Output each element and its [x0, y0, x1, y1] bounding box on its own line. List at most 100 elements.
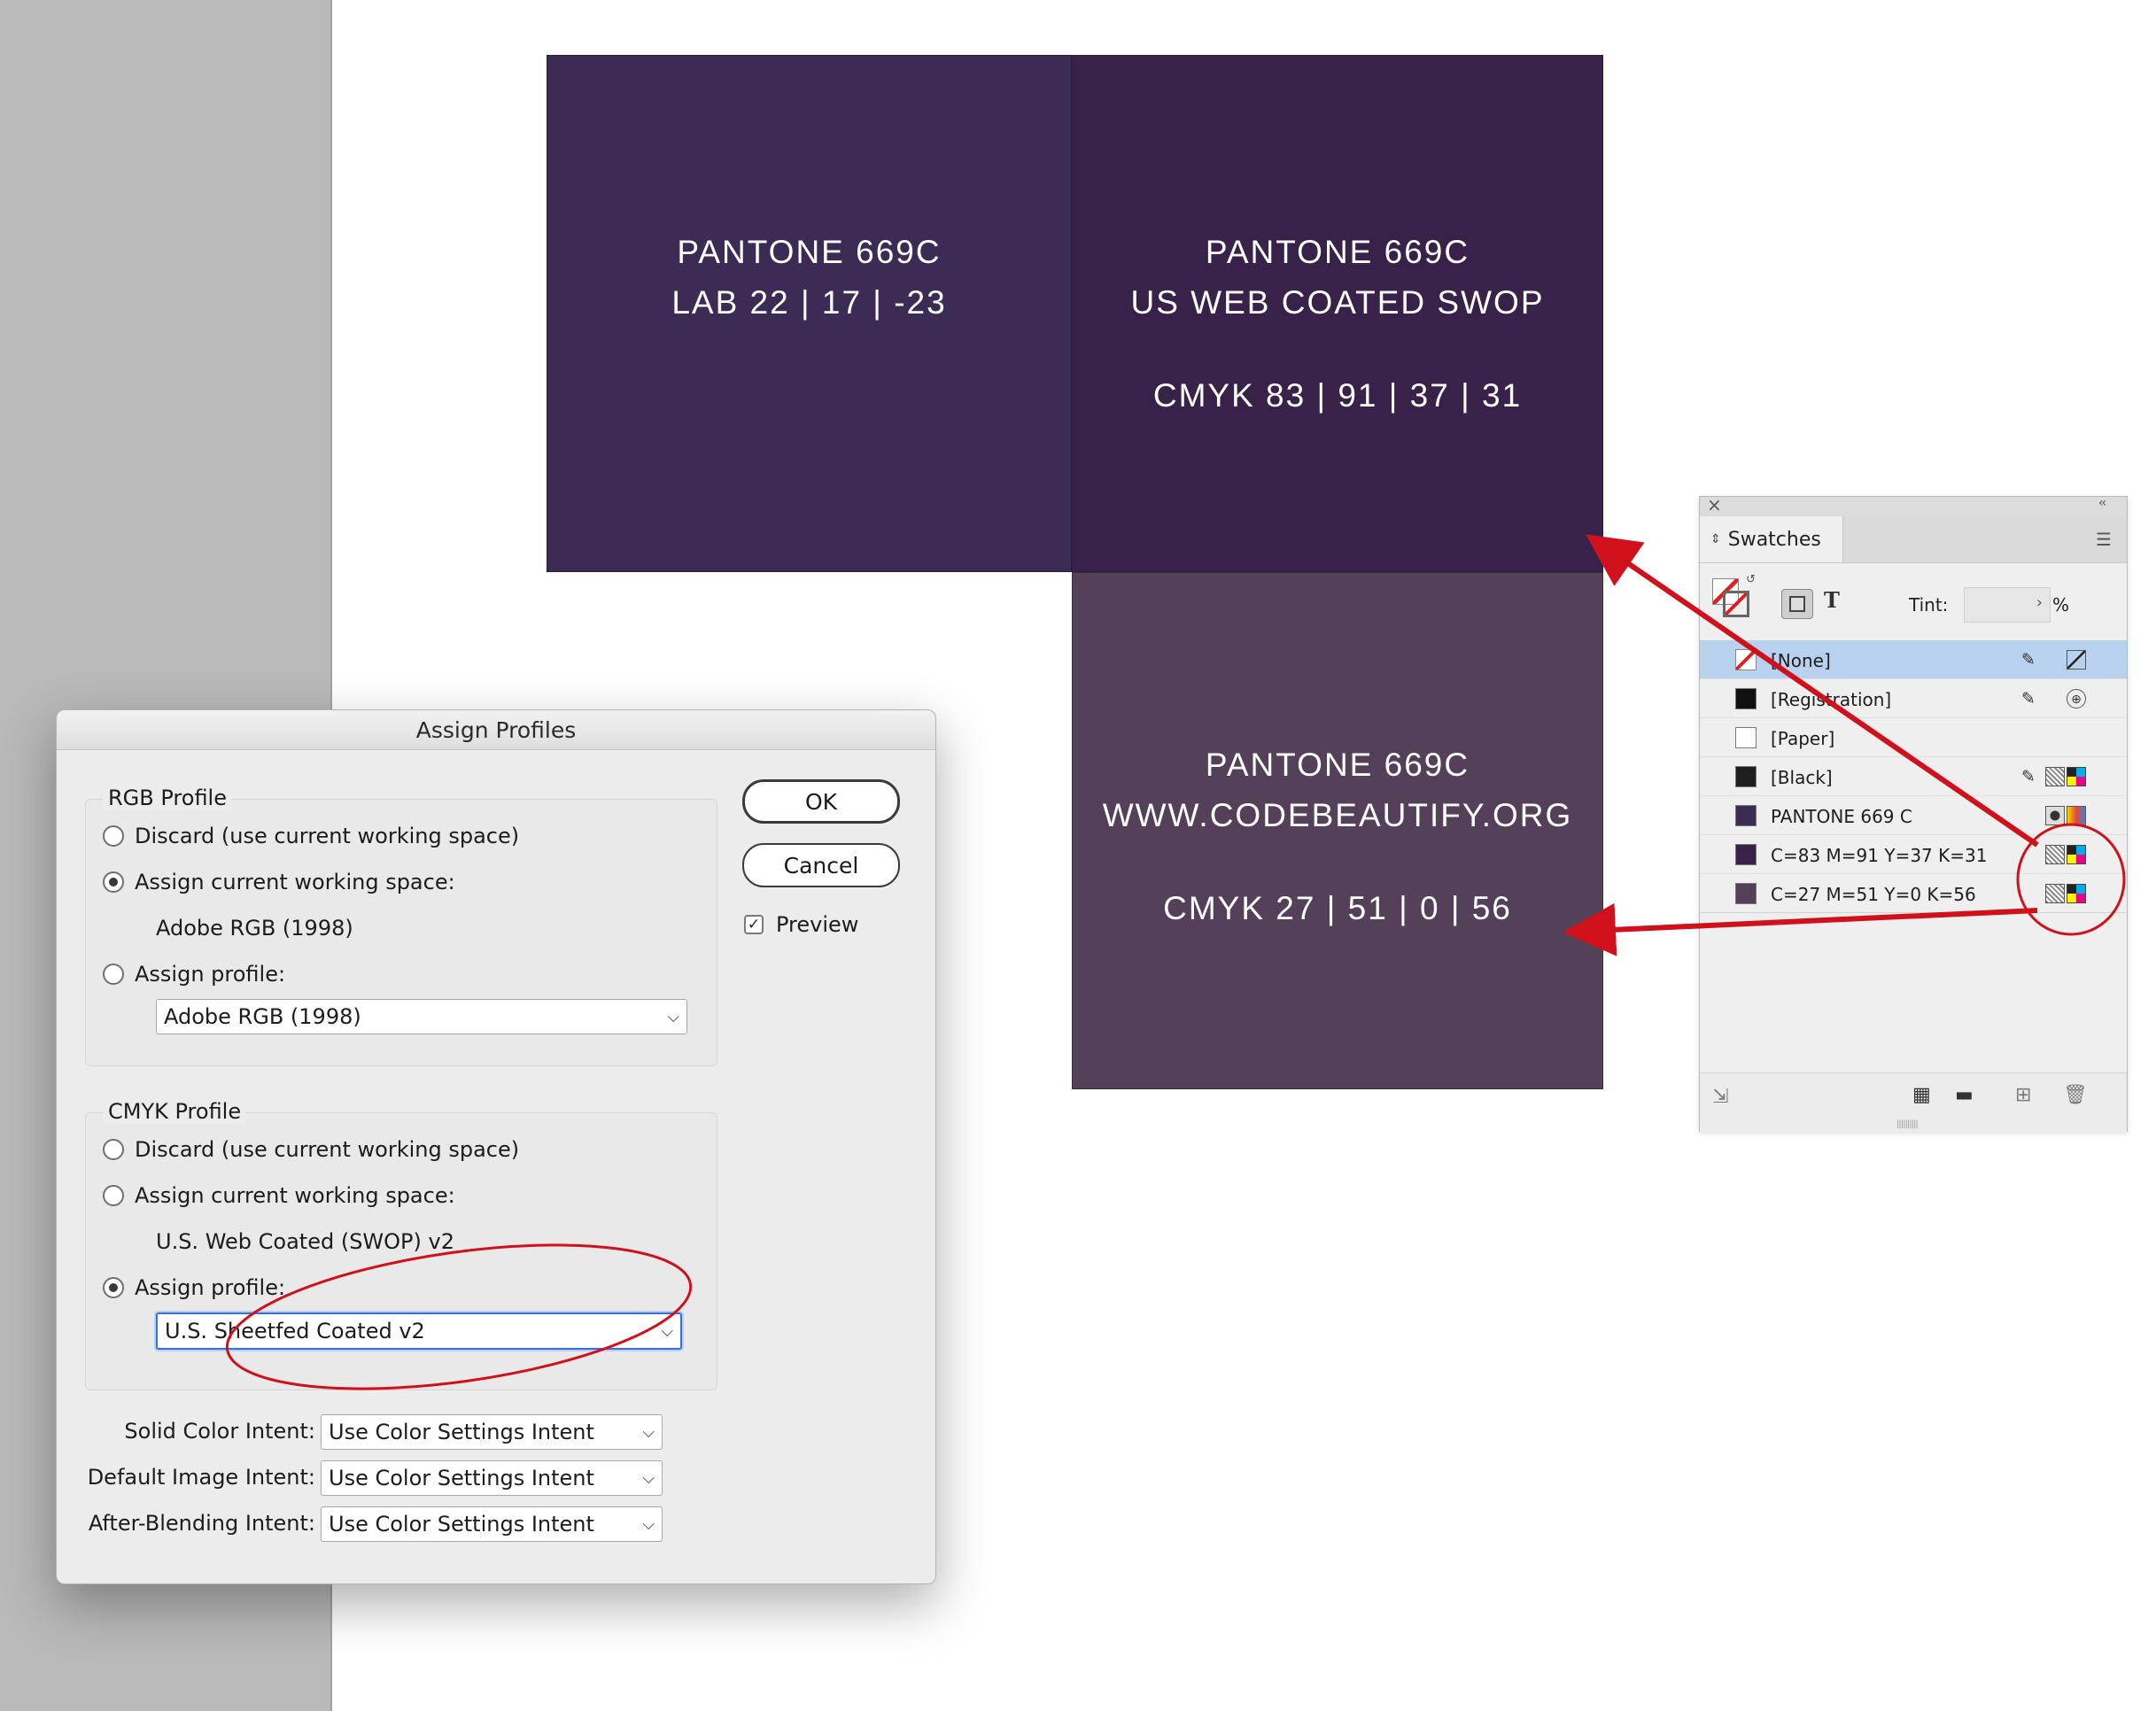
chevron-down-icon: ⌵: [667, 1007, 679, 1026]
lab-icon: [2067, 806, 2086, 825]
rgb-discard-radio[interactable]: [103, 825, 124, 847]
chevron-right-icon[interactable]: ›: [2036, 593, 2043, 612]
panel-menu-icon[interactable]: ☰: [2096, 529, 2112, 550]
ok-button[interactable]: OK: [742, 779, 900, 824]
swatch-row-pantone[interactable]: PANTONE 669 C: [1700, 796, 2127, 835]
swatch-name: PANTONE 669 C: [1771, 806, 1912, 827]
panel-header-strip[interactable]: × ‹‹: [1700, 494, 2127, 517]
swatch-row-cmyk-swop[interactable]: C=83 M=91 Y=37 K=31: [1700, 835, 2127, 874]
swatch-block-profile: US WEB COATED SWOP: [1130, 284, 1545, 321]
swatch-row-registration[interactable]: [Registration] ✎ ⊕: [1700, 679, 2127, 718]
swatch-block-values: LAB 22 | 17 | -23: [671, 284, 947, 321]
cancel-button[interactable]: Cancel: [742, 843, 900, 887]
paper-chip: [1735, 727, 1757, 748]
cmyk-discard-label: Discard (use current working space): [135, 1137, 520, 1162]
cmyk-sheetfed-chip: [1735, 883, 1757, 904]
after-blending-intent-label: After-Blending Intent:: [88, 1511, 315, 1536]
preview-label: Preview: [776, 912, 859, 937]
resize-grip-icon[interactable]: ||||||||||: [1896, 1119, 1919, 1129]
pencil-off-icon: ✎: [2021, 767, 2036, 786]
chevron-down-icon: ⌵: [661, 1321, 673, 1341]
registration-chip: [1735, 688, 1757, 709]
swatch-name: [Paper]: [1771, 728, 1835, 749]
swatch-view-icon[interactable]: ▦: [1912, 1084, 1931, 1106]
updown-icon: ⇕: [1710, 532, 1721, 546]
rgb-discard-option[interactable]: Discard (use current working space): [103, 824, 519, 848]
cmyk-current-space: U.S. Web Coated (SWOP) v2: [156, 1229, 454, 1254]
container-icon: [1789, 596, 1805, 612]
swatch-block-swop: PANTONE 669C US WEB COATED SWOP CMYK 83 …: [1072, 55, 1603, 572]
process-icon: [2045, 767, 2065, 786]
chevron-down-icon: ⌵: [642, 1422, 655, 1442]
cmyk-icon: [2067, 884, 2086, 903]
swatch-row-black[interactable]: [Black] ✎: [1700, 757, 2127, 796]
black-chip: [1735, 766, 1757, 787]
fill-stroke-proxy[interactable]: ↺: [1712, 573, 1756, 617]
default-image-intent-value: Use Color Settings Intent: [329, 1466, 594, 1490]
swatch-row-none[interactable]: [None] ✎: [1700, 640, 2127, 679]
swatch-block-title: PANTONE 669C: [1205, 234, 1470, 270]
stroke-none-icon[interactable]: [1723, 591, 1749, 617]
cmyk-profile-select[interactable]: U.S. Sheetfed Coated v2 ⌵: [156, 1312, 682, 1350]
dialog-title: Assign Profiles: [415, 717, 577, 743]
rgb-assign-profile-label: Assign profile:: [135, 962, 286, 987]
registration-icon: ⊕: [2067, 689, 2086, 708]
rgb-profile-select[interactable]: Adobe RGB (1998) ⌵: [156, 999, 687, 1034]
rgb-group-title: RGB Profile: [103, 786, 232, 810]
cmyk-discard-radio[interactable]: [103, 1139, 124, 1160]
new-swatch-icon[interactable]: ⊞: [2015, 1084, 2031, 1106]
swatches-panel: × ‹‹ ⇕ Swatches ☰ ↺ T Tint: › % [None] ✎…: [1699, 494, 2128, 1132]
swatch-block-sheetfed: PANTONE 669C WWW.CODEBEAUTIFY.ORG CMYK 2…: [1072, 572, 1603, 1089]
cmyk-assign-current-radio[interactable]: [103, 1185, 124, 1206]
tint-label: Tint:: [1909, 594, 1949, 615]
swap-icon[interactable]: ↺: [1746, 573, 1756, 586]
rgb-assign-profile-radio[interactable]: [103, 964, 124, 985]
process-icon: [2045, 845, 2065, 864]
chevron-down-icon: ⌵: [642, 1514, 655, 1534]
chevron-down-icon: ⌵: [642, 1468, 655, 1488]
solid-color-intent-value: Use Color Settings Intent: [329, 1420, 594, 1444]
collapse-icon[interactable]: ‹‹: [2098, 496, 2106, 510]
preview-option[interactable]: ✓ Preview: [744, 912, 858, 937]
place-swatches-icon[interactable]: ⇲: [1712, 1086, 1728, 1108]
cmyk-group-title: CMYK Profile: [103, 1099, 247, 1124]
cmyk-discard-option[interactable]: Discard (use current working space): [103, 1137, 519, 1162]
cmyk-swop-chip: [1735, 844, 1757, 865]
rgb-assign-current-option[interactable]: Assign current working space:: [103, 870, 455, 894]
cmyk-assign-current-label: Assign current working space:: [135, 1183, 455, 1208]
cmyk-assign-profile-option[interactable]: Assign profile:: [103, 1275, 285, 1300]
cmyk-assign-profile-radio[interactable]: [103, 1277, 124, 1298]
rgb-assign-current-radio[interactable]: [103, 871, 124, 893]
swatch-block-values: CMYK 83 | 91 | 37 | 31: [1152, 377, 1523, 414]
solid-color-intent-select[interactable]: Use Color Settings Intent ⌵: [321, 1414, 663, 1450]
spot-icon: [2045, 806, 2065, 825]
swatch-row-cmyk-sheetfed[interactable]: C=27 M=51 Y=0 K=56: [1700, 874, 2127, 913]
cmyk-assign-current-option[interactable]: Assign current working space:: [103, 1183, 455, 1208]
formatting-container-button[interactable]: [1781, 589, 1813, 619]
after-blending-intent-select[interactable]: Use Color Settings Intent ⌵: [321, 1506, 663, 1542]
pencil-off-icon: ✎: [2021, 689, 2036, 708]
rgb-assign-profile-option[interactable]: Assign profile:: [103, 962, 285, 987]
swatch-name: [Registration]: [1771, 689, 1892, 710]
preview-checkbox[interactable]: ✓: [744, 915, 764, 934]
close-icon[interactable]: ×: [1707, 494, 1722, 515]
formatting-text-button[interactable]: T: [1824, 587, 1840, 613]
swatch-name: [Black]: [1771, 767, 1833, 788]
tab-swatches-label: Swatches: [1727, 528, 1821, 551]
solid-color-intent-label: Solid Color Intent:: [124, 1419, 315, 1444]
default-image-intent-select[interactable]: Use Color Settings Intent ⌵: [321, 1460, 663, 1496]
trash-icon[interactable]: 🗑: [2063, 1084, 2088, 1106]
swatch-block-lab: PANTONE 669C LAB 22 | 17 | -23: [547, 55, 1072, 572]
swatch-row-paper[interactable]: [Paper]: [1700, 718, 2127, 757]
swatch-block-url: WWW.CODEBEAUTIFY.ORG: [1102, 797, 1573, 833]
none-chip: [1735, 649, 1757, 670]
dialog-titlebar[interactable]: Assign Profiles: [57, 710, 935, 750]
folder-icon[interactable]: ▬: [1955, 1084, 1974, 1106]
default-image-intent-label: Default Image Intent:: [87, 1465, 315, 1490]
cmyk-icon: [2067, 845, 2086, 864]
cmyk-assign-profile-label: Assign profile:: [135, 1275, 286, 1300]
panel-bottom-toolbar: ⇲ ▦ ▬ ⊞ 🗑 ||||||||||: [1700, 1072, 2127, 1132]
tint-input[interactable]: ›: [1964, 587, 2051, 623]
tab-swatches[interactable]: ⇕ Swatches: [1700, 516, 1843, 562]
none-icon: [2067, 650, 2086, 670]
